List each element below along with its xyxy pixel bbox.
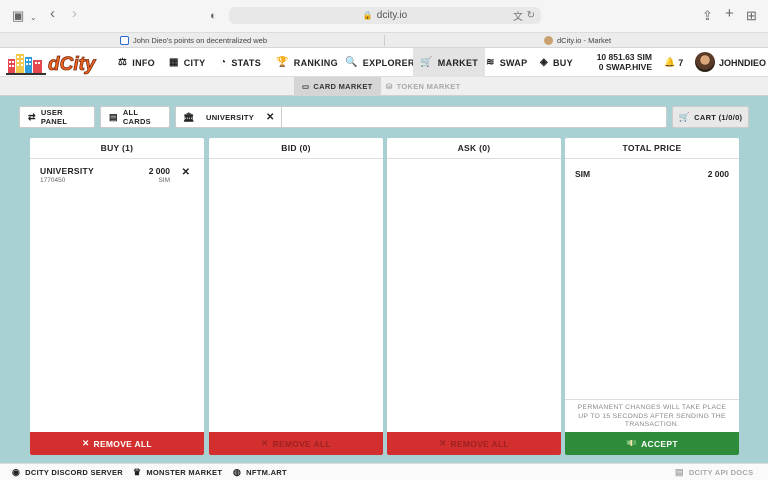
browser-toolbar: ▣ ⌄ ‹ › ◐ 🔒 dcity.io 文 ↻ ⇪ + ⊞ <box>0 0 768 32</box>
nav-info[interactable]: ⚖ INFO <box>118 48 155 77</box>
scale-icon: ⚖ <box>118 57 128 68</box>
user-panel-button[interactable]: ⇄ USER PANEL <box>19 106 95 128</box>
tab-title: dCity.io - Market <box>557 36 612 45</box>
cards-icon: ▤ <box>109 111 118 122</box>
card-filter-input[interactable]: 🏛 UNIVERSITY ✕ <box>175 106 667 128</box>
card-icon: ▭ <box>302 82 310 91</box>
nav-stats[interactable]: ◔ STATS <box>220 48 261 77</box>
tab-divider <box>384 35 385 46</box>
accept-button[interactable]: 💵 ACCEPT <box>565 432 739 455</box>
chevron-down-icon[interactable]: ⌄ <box>30 10 37 26</box>
cart-icon: 🛒 <box>678 111 691 122</box>
close-icon[interactable]: ✕ <box>266 112 275 123</box>
bell-icon: 🔔 <box>664 57 676 67</box>
panel-title: BID (0) <box>209 138 383 159</box>
trophy-icon: 🏆 <box>276 57 289 68</box>
avatar[interactable] <box>695 52 715 72</box>
svg-text:dCity: dCity <box>48 54 97 75</box>
monster-icon: ♛ <box>133 467 142 477</box>
total-value: 2 000 <box>707 169 729 179</box>
chart-pie-icon: ◔ <box>220 57 227 68</box>
nftm-icon: ◍ <box>233 467 242 477</box>
tab-token-market[interactable]: ⛁ TOKEN MARKET <box>378 77 468 96</box>
tab-strip: John Dieo's points on decentralized web … <box>0 32 768 48</box>
share-icon[interactable]: ⇪ <box>702 8 713 24</box>
api-docs-link[interactable]: ▤ DCITY API DOCS <box>675 464 753 480</box>
forward-icon[interactable]: › <box>72 6 77 22</box>
nftm-link[interactable]: ◍ NFTM.ART <box>233 464 287 480</box>
remove-all-bid-button[interactable]: ✕ REMOVE ALL <box>209 432 383 455</box>
favicon-icon <box>544 36 553 45</box>
card-name: UNIVERSITY <box>40 166 95 176</box>
docs-icon: ▤ <box>675 467 684 477</box>
panel-title: BUY (1) <box>30 138 204 159</box>
page-footer: ◉ DCITY DISCORD SERVER ♛ MONSTER MARKET … <box>0 463 768 480</box>
remove-all-buy-button[interactable]: ✕ REMOVE ALL <box>30 432 204 455</box>
tab-title: John Dieo's points on decentralized web <box>133 36 268 45</box>
panel-title: TOTAL PRICE <box>565 138 739 159</box>
user-panel-icon: ⇄ <box>28 111 36 122</box>
nav-buy[interactable]: ◈ BUY <box>540 48 573 77</box>
discord-icon: ◉ <box>12 467 21 477</box>
balance-sim: 10 851.63 SIM <box>596 52 652 62</box>
username[interactable]: JOHNDIEO <box>719 48 766 77</box>
nav-city[interactable]: ▦ CITY <box>169 48 205 77</box>
nav-ranking[interactable]: 🏆 RANKING <box>276 48 338 77</box>
favicon-icon <box>120 36 129 45</box>
card-price: 2 000 <box>148 166 170 176</box>
back-icon[interactable]: ‹ <box>50 6 55 22</box>
shield-icon[interactable]: ◐ <box>210 8 217 24</box>
swap-icon: ≋ <box>486 57 495 68</box>
ask-panel: ASK (0) ✕ REMOVE ALL <box>387 138 561 455</box>
market-subnav: ▭ CARD MARKET ⛁ TOKEN MARKET <box>0 77 768 96</box>
reload-icon[interactable]: ↻ <box>527 10 535 21</box>
city-icon: ▦ <box>169 57 179 68</box>
filter-chip-university: 🏛 UNIVERSITY ✕ <box>176 107 282 127</box>
balance-hive: 0 SWAP.HIVE <box>598 62 652 72</box>
sidebar-toggle-icon[interactable]: ▣ <box>12 8 24 24</box>
nav-market[interactable]: 🛒 MARKET <box>413 48 486 77</box>
building-icon: 🏛 <box>183 111 195 122</box>
search-icon: 🔍 <box>345 57 358 68</box>
discord-link[interactable]: ◉ DCITY DISCORD SERVER <box>12 464 123 480</box>
app-navbar: dCity ⚖ INFO ▦ CITY ◔ STATS 🏆 RANKING 🔍 … <box>0 48 768 77</box>
url-text: dcity.io <box>376 10 408 21</box>
coins-icon: ◈ <box>540 57 548 68</box>
nav-explorer[interactable]: 🔍 EXPLORER <box>345 48 415 77</box>
cart-button[interactable]: 🛒 CART (1/0/0) <box>672 106 749 128</box>
panel-title: ASK (0) <box>387 138 561 159</box>
list-item: UNIVERSITY 1770450 2 000 SIM ✕ <box>40 166 194 186</box>
browser-tab-1[interactable]: John Dieo's points on decentralized web <box>120 33 267 48</box>
notification-count: 7 <box>678 57 684 68</box>
bid-panel: BID (0) ✕ REMOVE ALL <box>209 138 383 455</box>
address-bar[interactable]: 🔒 dcity.io 文 ↻ <box>229 7 541 24</box>
remove-all-ask-button[interactable]: ✕ REMOVE ALL <box>387 432 561 455</box>
wallet-balance: 10 851.63 SIM 0 SWAP.HIVE <box>586 52 652 72</box>
transaction-notice: PERMANENT CHANGES WILL TAKE PLACE UP TO … <box>565 399 739 432</box>
token-icon: ⛁ <box>386 82 393 91</box>
monster-market-link[interactable]: ♛ MONSTER MARKET <box>133 464 222 480</box>
close-icon: ✕ <box>82 438 90 448</box>
tab-card-market[interactable]: ▭ CARD MARKET <box>294 77 381 96</box>
nav-swap[interactable]: ≋ SWAP <box>486 48 527 77</box>
money-icon: 💵 <box>626 438 638 448</box>
translate-icon[interactable]: 文 <box>513 8 523 23</box>
remove-item-icon[interactable]: ✕ <box>182 167 190 178</box>
buy-panel: BUY (1) UNIVERSITY 1770450 2 000 SIM ✕ ✕… <box>30 138 204 455</box>
cart-icon: 🛒 <box>420 57 433 68</box>
card-id: 1770450 <box>40 177 66 184</box>
close-icon: ✕ <box>439 438 447 448</box>
card-price-unit: SIM <box>158 177 170 184</box>
dcity-logo[interactable]: dCity <box>6 50 108 75</box>
total-price-panel: TOTAL PRICE SIM 2 000 PERMANENT CHANGES … <box>565 138 739 455</box>
all-cards-button[interactable]: ▤ ALL CARDS <box>100 106 170 128</box>
tab-overview-icon[interactable]: ⊞ <box>746 8 757 24</box>
close-icon: ✕ <box>261 438 269 448</box>
total-currency: SIM <box>575 169 591 179</box>
new-tab-icon[interactable]: + <box>725 6 734 22</box>
browser-tab-2[interactable]: dCity.io - Market <box>544 33 611 48</box>
lock-icon: 🔒 <box>362 11 373 20</box>
notifications-button[interactable]: 🔔 7 <box>664 48 683 77</box>
